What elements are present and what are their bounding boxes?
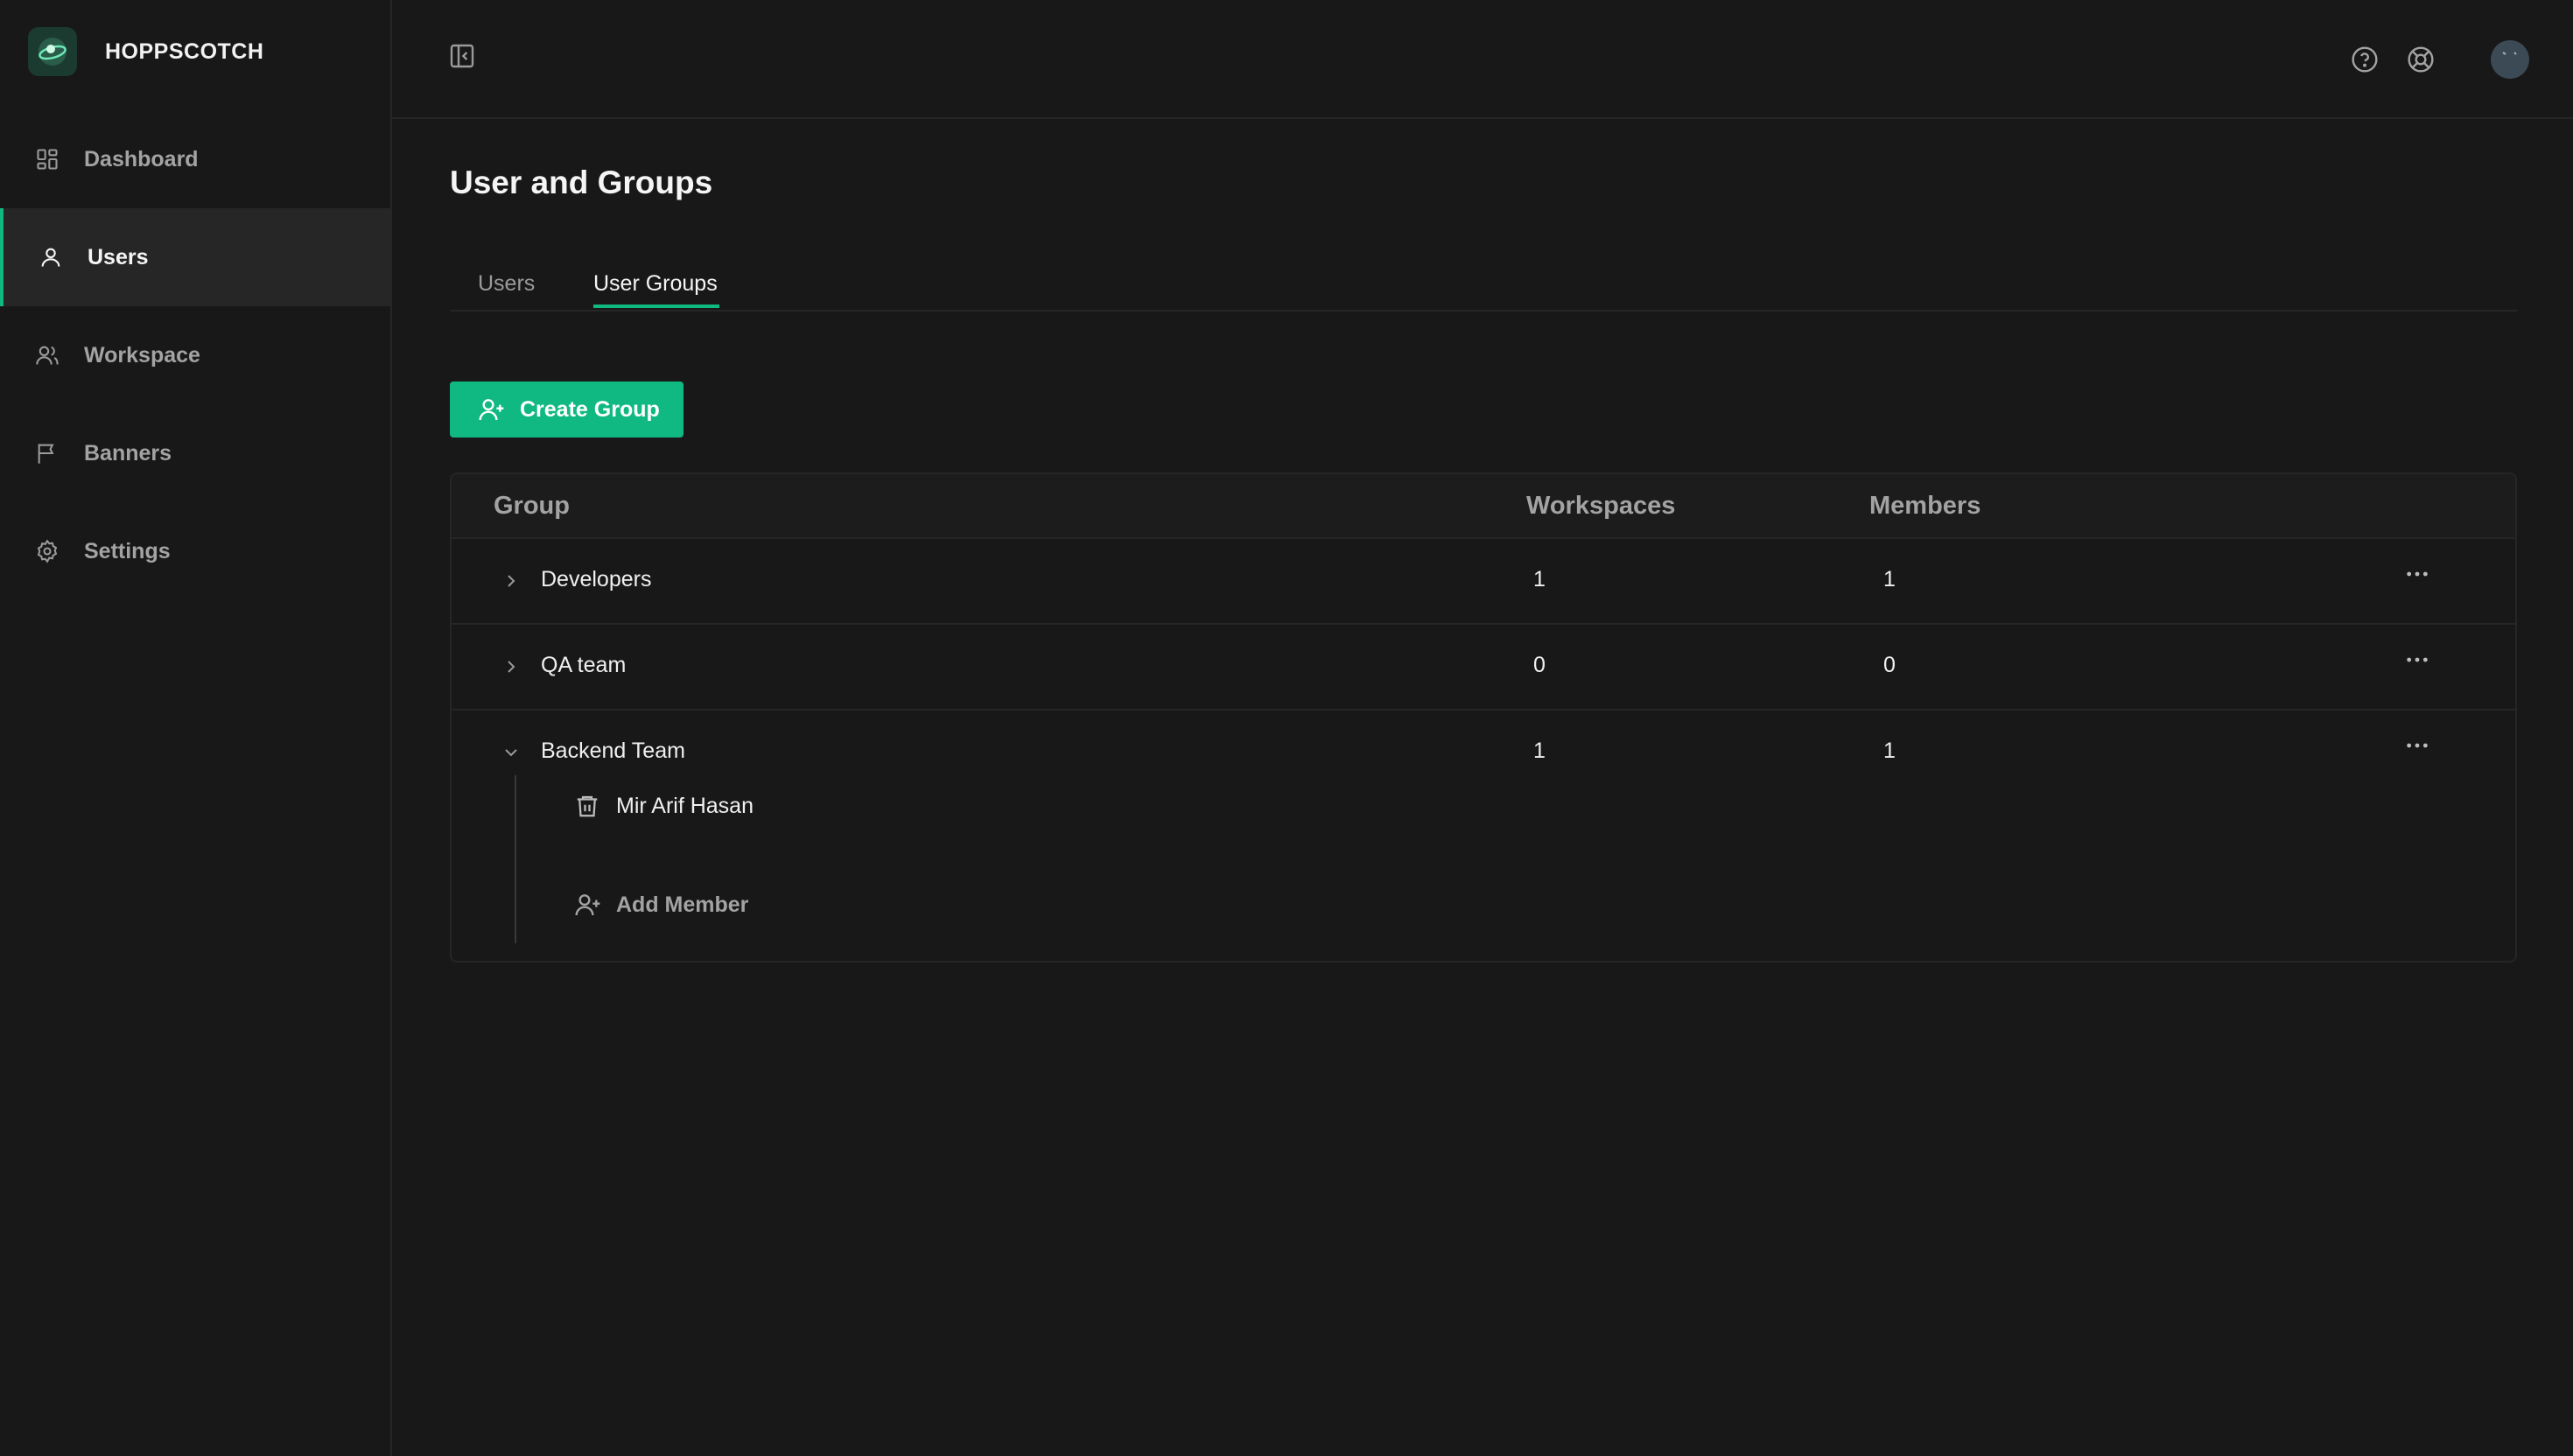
brand-name: HOPPSCOTCH [105,38,264,64]
member-count: 1 [1883,738,1896,763]
column-header-group: Group [494,492,570,520]
create-group-button[interactable]: Create Group [450,382,684,438]
group-name: Developers [541,567,652,592]
chevron-right-icon[interactable] [501,570,522,592]
add-user-icon [575,894,600,916]
member-item: Mir Arif Hasan [574,793,754,819]
gear-icon [37,539,58,564]
brand[interactable]: HOPPSCOTCH [28,27,264,76]
tab-user-groups[interactable]: User Groups [593,271,718,297]
member-count: 0 [1883,653,1896,677]
top-header [392,0,2573,119]
chevron-down-icon[interactable] [501,742,522,763]
sidebar-nav: Dashboard Users Workspace Banners Settin… [0,110,390,600]
avatar[interactable] [2491,40,2529,79]
tab-users[interactable]: Users [478,271,535,297]
more-options-icon[interactable] [2403,560,2431,588]
active-tab-indicator [593,304,719,308]
create-group-label: Create Group [520,396,660,422]
user-icon [41,248,60,267]
sidebar-item-banners[interactable]: Banners [0,404,390,502]
sidebar-collapse-icon[interactable] [448,42,476,70]
hoppscotch-logo-icon [28,27,77,76]
table-row[interactable]: Backend Team 1 1 Mir Arif Hasan Add Memb… [452,710,2515,961]
column-header-workspaces: Workspaces [1526,492,1676,520]
sidebar-item-label: Users [88,244,149,270]
tab-bar: Users User Groups [450,261,2517,312]
member-tree-line [515,775,516,943]
table-header: Group Workspaces Members [452,474,2515,539]
more-options-icon[interactable] [2403,732,2431,760]
sidebar-item-users[interactable]: Users [0,208,390,306]
dashboard-icon [37,149,58,170]
workspace-count: 1 [1533,567,1546,592]
sidebar-item-dashboard[interactable]: Dashboard [0,110,390,208]
member-count: 1 [1883,567,1896,592]
member-name: Mir Arif Hasan [616,793,754,818]
sidebar-item-workspace[interactable]: Workspace [0,306,390,404]
page-title: User and Groups [450,164,713,200]
chevron-right-icon[interactable] [501,656,522,677]
help-icon[interactable] [2351,46,2379,74]
table-row[interactable]: QA team 0 0 [452,625,2515,710]
sidebar-item-label: Settings [84,538,171,564]
groups-table: Group Workspaces Members Developers 1 1 … [450,472,2517,962]
add-user-icon [479,399,504,421]
sidebar-item-label: Dashboard [84,146,199,172]
users-icon [36,346,59,365]
add-member-label: Add Member [616,892,749,917]
add-member-button[interactable]: Add Member [574,891,748,919]
flag-icon [38,444,54,464]
sidebar-item-label: Banners [84,440,172,466]
trash-icon[interactable] [574,793,600,819]
workspace-count: 1 [1533,738,1546,763]
table-row[interactable]: Developers 1 1 [452,539,2515,625]
support-icon[interactable] [2407,46,2435,74]
sidebar-item-settings[interactable]: Settings [0,502,390,600]
sidebar: HOPPSCOTCH Dashboard Users Workspace Ban… [0,0,392,1456]
column-header-members: Members [1869,492,1981,520]
more-options-icon[interactable] [2403,646,2431,674]
workspace-count: 0 [1533,653,1546,677]
group-name: QA team [541,653,627,677]
group-name: Backend Team [541,738,685,763]
sidebar-item-label: Workspace [84,342,200,368]
